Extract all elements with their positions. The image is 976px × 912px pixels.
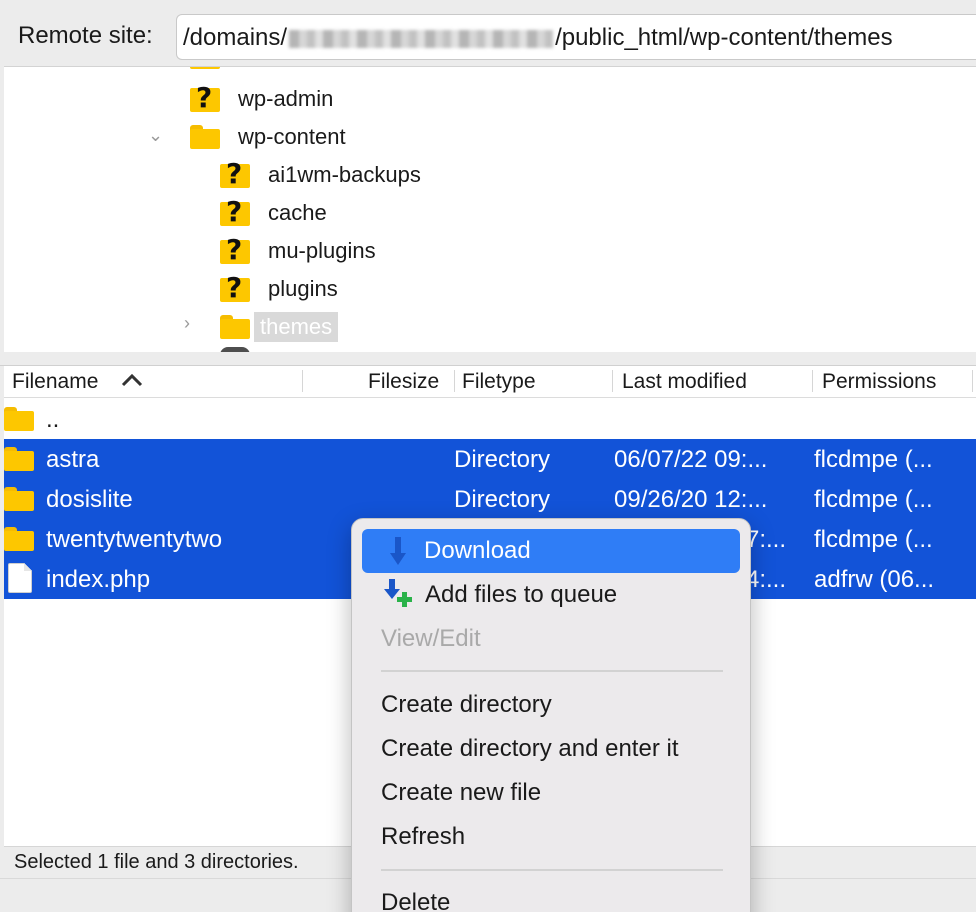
question-folder-icon: ? <box>220 272 250 304</box>
file-modified: 4:... <box>746 566 787 593</box>
question-folder-icon: ? <box>220 196 250 228</box>
menu-item-label: Download <box>424 537 531 564</box>
menu-item-download[interactable]: Download <box>362 529 740 573</box>
folder-icon <box>4 487 34 511</box>
chevron-down-icon[interactable]: ⌄ <box>148 125 163 146</box>
column-filename[interactable]: Filename <box>12 370 98 394</box>
menu-item-create-directory-enter[interactable]: Create directory and enter it <box>362 727 740 771</box>
file-row-dosislite[interactable]: dosislite Directory 09/26/20 12:... flcd… <box>4 479 976 519</box>
chevron-right-icon[interactable]: › <box>184 313 190 334</box>
remote-path-suffix: /public_html/wp-content/themes <box>555 24 893 51</box>
filezilla-window: Remote site: /domains/ /public_html/wp-co… <box>0 0 976 912</box>
file-row-astra[interactable]: astra Directory 06/07/22 09:... flcdmpe … <box>4 439 976 479</box>
remote-path-input[interactable]: /domains/ /public_html/wp-content/themes <box>176 14 976 60</box>
tree-item-wp-content[interactable]: wp-content <box>190 119 352 155</box>
tree-item-label: themes <box>254 312 339 342</box>
remote-site-label: Remote site: <box>18 22 153 49</box>
tree-item-plugins[interactable]: ? plugins <box>220 271 344 307</box>
menu-separator <box>381 670 723 672</box>
remote-site-bar: Remote site: /domains/ /public_html/wp-co… <box>0 0 976 66</box>
column-filetype[interactable]: Filetype <box>462 370 536 394</box>
file-permissions: adfrw (06... <box>814 566 935 593</box>
add-to-queue-icon <box>384 579 412 607</box>
file-row-parent[interactable]: .. <box>4 399 976 439</box>
folder-icon <box>4 527 34 551</box>
folder-icon <box>190 67 220 69</box>
menu-item-delete[interactable]: Delete <box>362 881 740 912</box>
question-folder-icon: ? <box>220 158 250 190</box>
file-modified: 7:... <box>746 526 787 553</box>
file-permissions: flcdmpe (... <box>814 446 933 473</box>
file-name: index.php <box>46 566 151 593</box>
column-last-modified[interactable]: Last modified <box>622 370 747 394</box>
download-arrow-icon <box>390 537 406 565</box>
file-list-header: Filename Filesize Filetype Last modified… <box>4 366 976 398</box>
folder-icon <box>4 447 34 471</box>
menu-item-label: Create directory and enter it <box>381 735 679 762</box>
context-menu: Download Add files to queue View/Edit Cr… <box>351 518 751 912</box>
status-text: Selected 1 file and 3 directories. <box>14 851 299 873</box>
file-permissions: flcdmpe (... <box>814 486 933 513</box>
menu-item-create-new-file[interactable]: Create new file <box>362 771 740 815</box>
column-filesize[interactable]: Filesize <box>368 370 439 394</box>
tree-item-label: wp-admin <box>238 86 334 111</box>
file-modified: 06/07/22 09:... <box>614 446 768 473</box>
menu-item-label: Create new file <box>381 779 542 806</box>
tree-item-cache[interactable]: ? cache <box>220 195 333 231</box>
menu-separator <box>381 869 723 871</box>
menu-item-view-edit: View/Edit <box>362 617 740 661</box>
tree-item-wp-admin[interactable]: ? wp-admin <box>190 81 339 117</box>
folder-icon <box>4 407 34 431</box>
file-name: twentytwentytwo <box>46 526 223 553</box>
question-folder-icon: ? <box>220 234 250 266</box>
file-name: astra <box>46 446 100 473</box>
menu-item-create-directory[interactable]: Create directory <box>362 683 740 727</box>
column-permissions[interactable]: Permissions <box>822 370 936 394</box>
menu-item-label: View/Edit <box>381 625 481 652</box>
menu-item-label: Create directory <box>381 691 552 718</box>
folder-icon <box>220 315 250 339</box>
file-name: dosislite <box>46 486 133 513</box>
file-icon <box>8 563 32 593</box>
file-permissions: flcdmpe (... <box>814 526 933 553</box>
remote-directory-tree[interactable]: ? wp-admin ⌄ wp-content ? ai1wm-backups … <box>4 66 976 352</box>
tree-item-themes[interactable]: themes <box>220 309 339 345</box>
tree-item-mu-plugins[interactable]: ? mu-plugins <box>220 233 382 269</box>
tree-item-label: ai1wm-backups <box>268 162 421 187</box>
file-modified: 09/26/20 12:... <box>614 486 768 513</box>
menu-item-label: Refresh <box>381 823 466 850</box>
sort-ascending-icon <box>121 373 143 387</box>
file-type: Directory <box>454 486 551 513</box>
tree-item-label: wp-content <box>238 124 346 149</box>
menu-item-label: Add files to queue <box>425 581 618 608</box>
remote-path-prefix: /domains/ <box>183 24 288 51</box>
folder-icon <box>190 125 220 149</box>
menu-item-label: Delete <box>381 889 451 912</box>
file-type: Directory <box>454 446 551 473</box>
tree-item-label: cache <box>268 200 327 225</box>
menu-item-refresh[interactable]: Refresh <box>362 815 740 859</box>
file-name: .. <box>46 406 60 433</box>
menu-item-add-to-queue[interactable]: Add files to queue <box>362 573 740 617</box>
tree-item-ai1wm-backups[interactable]: ? ai1wm-backups <box>220 157 427 193</box>
tree-item-label: plugins <box>268 276 338 301</box>
tree-item-label: mu-plugins <box>268 238 376 263</box>
redacted-domain <box>289 29 554 48</box>
pane-splitter[interactable] <box>0 352 976 366</box>
question-folder-icon: ? <box>190 82 220 114</box>
